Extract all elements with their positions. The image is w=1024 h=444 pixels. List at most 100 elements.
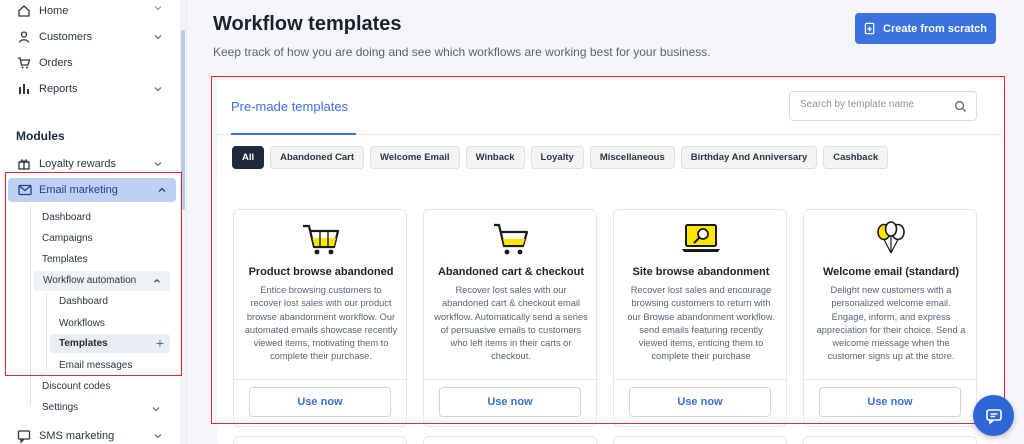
sidebar-item-label: Loyalty rewards xyxy=(39,158,117,170)
sidebar-item-label: Templates xyxy=(59,338,108,349)
sidebar-sub-wf-dashboard[interactable]: Dashboard xyxy=(59,296,108,307)
sidebar-item-label: Workflow automation xyxy=(43,275,137,286)
chevron-down-icon xyxy=(154,6,162,11)
chat-icon xyxy=(985,408,1002,425)
card-title: Product browse abandoned xyxy=(248,266,394,278)
page-title: Workflow templates xyxy=(213,13,402,35)
filter-chip-miscellaneous[interactable]: Miscellaneous xyxy=(589,146,675,169)
template-card: Site browse abandonment Recover lost sal… xyxy=(613,209,788,427)
panel-tabbar: Pre-made templates xyxy=(217,79,1002,135)
template-card-partial xyxy=(233,436,407,444)
cart-icon xyxy=(494,223,529,255)
filter-chip-welcome-email[interactable]: Welcome Email xyxy=(370,146,460,169)
template-card: Product browse abandoned Entice browsing… xyxy=(233,209,408,427)
sidebar-item-reports[interactable]: Reports xyxy=(0,76,180,102)
chevron-down-icon xyxy=(154,434,162,439)
category-filters: All Abandoned Cart Welcome Email Winback… xyxy=(232,146,889,169)
template-card-partial xyxy=(803,436,977,444)
chat-support-button[interactable] xyxy=(973,395,1014,436)
sidebar-item-label: Orders xyxy=(39,57,73,69)
card-description: Recover lost sales with our abandoned ca… xyxy=(434,285,588,362)
chat-icon xyxy=(16,428,32,444)
sidebar-item-label: Customers xyxy=(39,31,93,43)
tree-guide xyxy=(30,206,31,406)
sidebar-sub-wf-workflows[interactable]: Workflows xyxy=(59,318,105,329)
filter-chip-birthday-anniversary[interactable]: Birthday And Anniversary xyxy=(680,146,818,169)
sidebar-item-sms-marketing[interactable]: SMS marketing xyxy=(0,423,180,444)
chevron-down-icon xyxy=(152,407,160,412)
sidebar-scrollbar[interactable] xyxy=(180,0,186,444)
card-divider xyxy=(614,379,788,380)
balloons-icon xyxy=(877,221,905,254)
add-document-icon xyxy=(864,22,875,35)
card-divider xyxy=(234,379,408,380)
template-card: Welcome email (standard) Delight new cus… xyxy=(803,209,978,427)
sidebar: Home Customers Orders Reports Modules Lo… xyxy=(0,0,187,444)
template-card-partial xyxy=(613,436,787,444)
sidebar-sub-campaigns[interactable]: Campaigns xyxy=(42,233,93,244)
create-button-label: Create from scratch xyxy=(883,22,987,35)
sidebar-item-label: Email marketing xyxy=(39,184,118,196)
template-card-partial xyxy=(423,436,597,444)
cart-icon xyxy=(16,55,32,71)
sidebar-item-label: SMS marketing xyxy=(39,430,115,442)
sidebar-item-email-marketing[interactable]: Email marketing xyxy=(8,178,176,202)
use-now-button[interactable]: Use now xyxy=(249,387,391,417)
card-divider xyxy=(424,379,598,380)
card-description: Recover lost sales and encourage browsin… xyxy=(627,285,775,362)
card-divider xyxy=(804,379,978,380)
filter-chip-winback[interactable]: Winback xyxy=(465,146,525,169)
tab-underline xyxy=(231,133,356,135)
use-now-button[interactable]: Use now xyxy=(819,387,961,417)
sidebar-item-home[interactable]: Home xyxy=(0,0,180,24)
sidebar-item-label: Home xyxy=(39,5,69,17)
sidebar-item-loyalty-rewards[interactable]: Loyalty rewards xyxy=(0,151,180,177)
modules-heading: Modules xyxy=(16,129,65,143)
chevron-down-icon xyxy=(154,35,162,40)
sidebar-sub-settings[interactable]: Settings xyxy=(42,402,78,413)
template-search xyxy=(789,91,977,121)
template-cards: Product browse abandoned Entice browsing… xyxy=(233,209,978,427)
sidebar-item-orders[interactable]: Orders xyxy=(0,50,180,76)
chevron-down-icon xyxy=(154,87,162,92)
main-content: Workflow templates Keep track of how you… xyxy=(195,0,1024,444)
tree-guide xyxy=(46,293,47,371)
home-icon xyxy=(16,3,32,19)
page-subtitle: Keep track of how you are doing and see … xyxy=(213,45,711,59)
use-now-button[interactable]: Use now xyxy=(629,387,771,417)
chevron-up-icon xyxy=(158,187,166,192)
tab-premade-templates[interactable]: Pre-made templates xyxy=(231,99,348,114)
laptop-search-icon xyxy=(682,224,720,252)
sidebar-sub-templates[interactable]: Templates xyxy=(42,254,88,265)
sidebar-sub-discount-codes[interactable]: Discount codes xyxy=(42,381,110,392)
card-title: Site browse abandonment xyxy=(632,266,770,278)
chevron-up-icon xyxy=(154,278,160,283)
filter-chip-all[interactable]: All xyxy=(232,146,265,169)
create-from-scratch-button[interactable]: Create from scratch xyxy=(855,13,996,44)
mail-icon xyxy=(18,184,32,196)
card-description: Delight new customers with a personalize… xyxy=(816,285,966,362)
search-icon[interactable] xyxy=(954,100,967,113)
filter-chip-cashback[interactable]: Cashback xyxy=(823,146,889,169)
sidebar-sub-wf-templates[interactable]: Templates + xyxy=(50,334,170,353)
card-description: Entice browsing customers to recover los… xyxy=(244,285,398,362)
use-now-button[interactable]: Use now xyxy=(439,387,581,417)
gift-icon xyxy=(16,156,32,172)
template-card: Abandoned cart & checkout Recover lost s… xyxy=(423,209,598,427)
card-title: Abandoned cart & checkout xyxy=(437,266,585,278)
card-title: Welcome email (standard) xyxy=(822,266,960,278)
sidebar-scroll-thumb[interactable] xyxy=(181,30,185,210)
sidebar-item-customers[interactable]: Customers xyxy=(0,24,180,50)
chevron-down-icon xyxy=(154,162,162,167)
users-icon xyxy=(16,29,32,45)
filter-chip-abandoned-cart[interactable]: Abandoned Cart xyxy=(270,146,365,169)
sidebar-sub-dashboard[interactable]: Dashboard xyxy=(42,212,91,223)
templates-panel: Pre-made templates All Abandoned Cart We… xyxy=(217,79,1002,444)
bar-chart-icon xyxy=(16,81,32,97)
sidebar-sub-wf-email-messages[interactable]: Email messages xyxy=(59,360,132,371)
plus-icon[interactable]: + xyxy=(156,335,164,351)
sidebar-sub-workflow-automation[interactable]: Workflow automation xyxy=(34,271,170,291)
sidebar-item-label: Reports xyxy=(39,83,78,95)
filter-chip-loyalty[interactable]: Loyalty xyxy=(530,146,584,169)
search-input[interactable] xyxy=(800,99,950,110)
